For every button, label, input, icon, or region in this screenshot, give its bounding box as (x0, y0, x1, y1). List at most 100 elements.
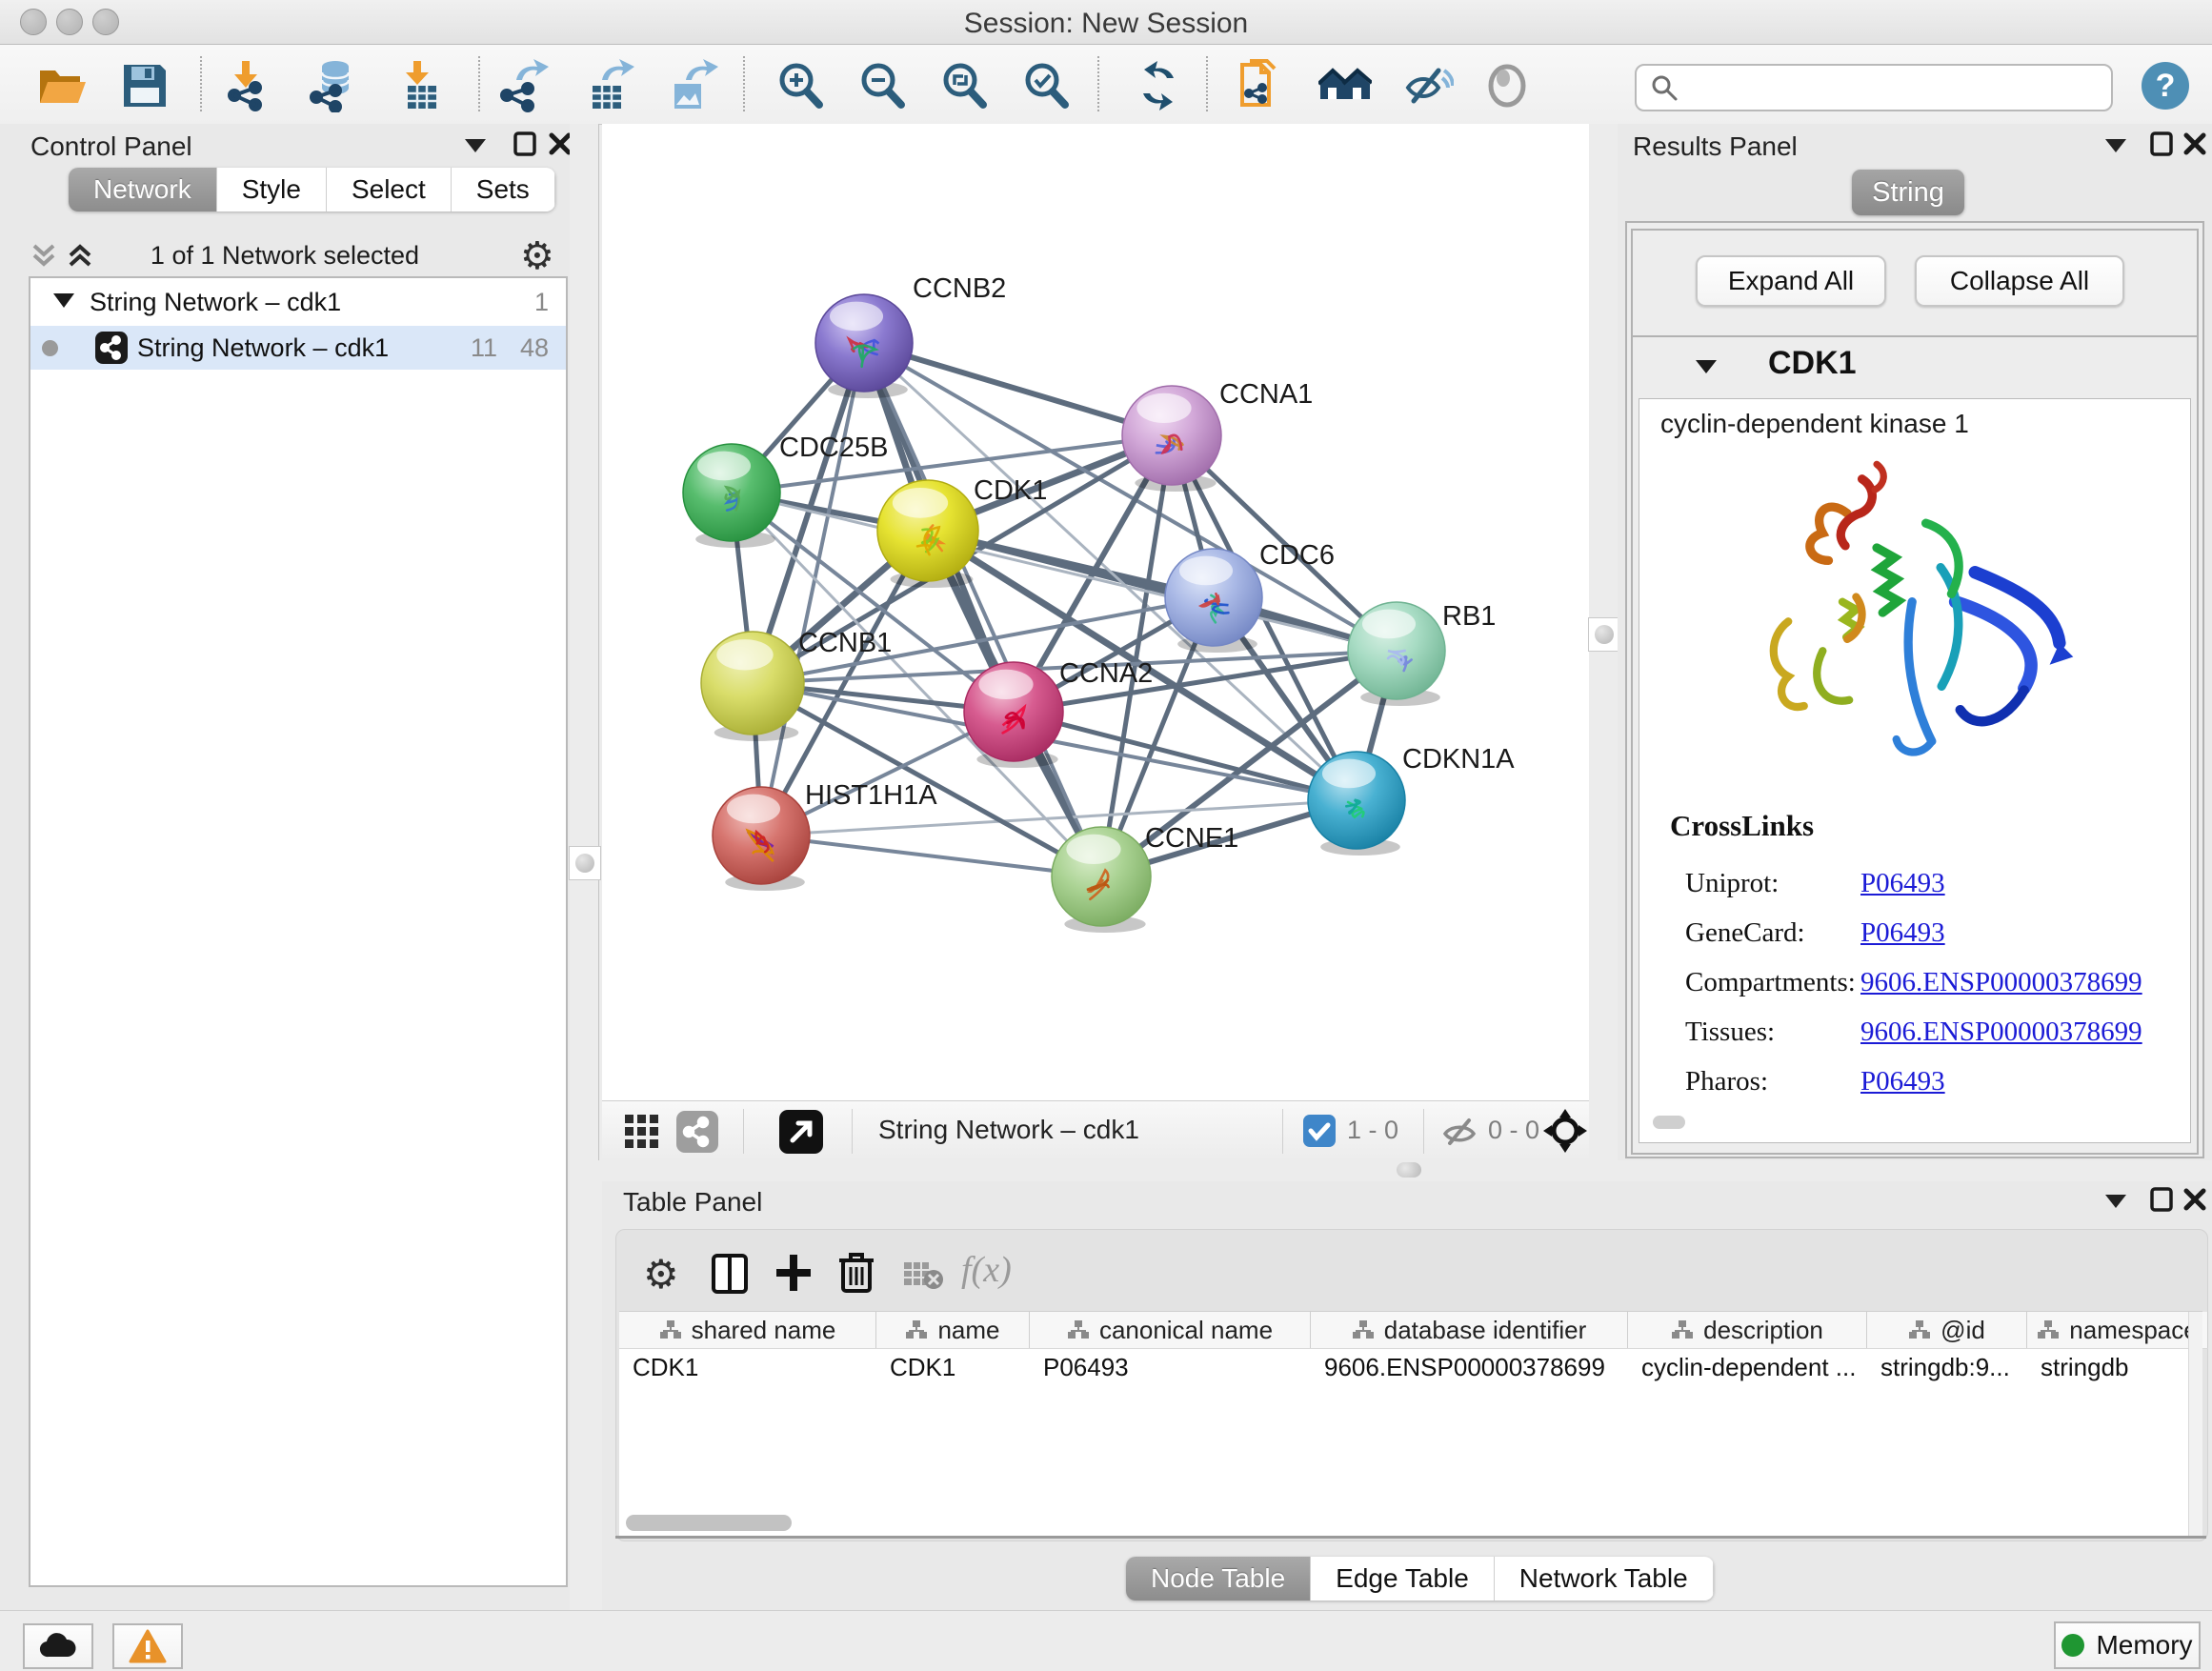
network-view-icon[interactable] (676, 1111, 718, 1153)
table-panel-close-icon[interactable] (2182, 1186, 2208, 1213)
left-splitter[interactable] (570, 124, 599, 1160)
export-network-icon[interactable] (497, 59, 551, 112)
node-RB1[interactable] (1348, 602, 1445, 706)
tab-node-table[interactable]: Node Table (1126, 1557, 1311, 1601)
edge-CCNE1-HIST1H1A[interactable] (761, 836, 1101, 876)
table-cell[interactable]: 9606.ENSP00000378699 (1311, 1348, 1628, 1386)
search-input[interactable] (1635, 64, 2113, 111)
results-scrollbar-thumb[interactable] (1653, 1116, 1685, 1129)
horizontal-splitter-handle[interactable] (1397, 1162, 1421, 1178)
crosslink-link[interactable]: 9606.ENSP00000378699 (1860, 1017, 2142, 1048)
column-header-namespace[interactable]: namespace (2027, 1312, 2208, 1348)
import-table-file-icon[interactable] (394, 59, 448, 112)
crosslink-link[interactable]: 9606.ENSP00000378699 (1860, 967, 2142, 998)
control-panel-menu-icon[interactable] (465, 139, 486, 152)
delete-column-trash-icon[interactable] (837, 1251, 875, 1295)
cloud-button[interactable] (23, 1623, 93, 1669)
edge-CCNB2-HIST1H1A[interactable] (761, 343, 864, 836)
column-header-description[interactable]: description (1628, 1312, 1867, 1348)
show-columns-icon[interactable] (710, 1253, 750, 1295)
node-CCNA1[interactable] (1122, 386, 1221, 492)
node-CCNE1[interactable] (1052, 827, 1151, 933)
zoom-selected-icon[interactable] (1019, 59, 1073, 112)
network-collection-row[interactable]: String Network – cdk1 1 (30, 282, 566, 326)
clone-network-icon[interactable] (1235, 59, 1288, 112)
node-CCNA2[interactable] (964, 662, 1063, 768)
birdseye-toggle-icon[interactable] (1543, 1109, 1587, 1153)
right-splitter-handle[interactable] (1588, 617, 1620, 652)
table-panel-menu-icon[interactable] (2105, 1195, 2126, 1208)
results-tab-string[interactable]: String (1852, 170, 1964, 215)
table-cell[interactable]: CDK1 (876, 1348, 1030, 1386)
column-header-shared-name[interactable]: shared name (619, 1312, 876, 1348)
node-CCNB1[interactable] (701, 632, 804, 741)
horizontal-splitter[interactable] (602, 1160, 2212, 1181)
zoom-out-icon[interactable] (855, 59, 909, 112)
crosslink-link[interactable]: P06493 (1860, 917, 1945, 949)
crosslink-link[interactable]: P06493 (1860, 1066, 1945, 1097)
collapse-all-button[interactable]: Collapse All (1915, 255, 2124, 307)
open-session-icon[interactable] (36, 59, 90, 112)
protein-section-collapse-icon[interactable] (1696, 360, 1717, 373)
import-network-database-icon[interactable] (307, 59, 360, 112)
table-cell[interactable]: P06493 (1030, 1348, 1311, 1386)
refresh-icon[interactable] (1132, 59, 1185, 112)
right-splitter[interactable] (1589, 124, 1619, 1160)
table-panel-float-icon[interactable] (2147, 1185, 2176, 1214)
network-row[interactable]: String Network – cdk1 11 48 (30, 326, 566, 370)
save-session-icon[interactable] (118, 59, 171, 112)
tab-select[interactable]: Select (327, 168, 452, 211)
import-network-file-icon[interactable] (223, 59, 276, 112)
export-table-icon[interactable] (583, 59, 636, 112)
eye-icon[interactable] (1480, 59, 1534, 112)
memory-button[interactable]: Memory (2054, 1621, 2201, 1669)
table-cell[interactable]: cyclin-dependent ... (1628, 1348, 1867, 1386)
tab-network-table[interactable]: Network Table (1495, 1557, 1714, 1601)
results-panel-float-icon[interactable] (2147, 130, 2176, 158)
table-cell[interactable]: stringdb:9... (1867, 1348, 2027, 1386)
results-panel-menu-icon[interactable] (2105, 139, 2126, 152)
tab-style[interactable]: Style (217, 168, 327, 211)
node-CDC25B[interactable] (683, 444, 780, 548)
column-header-name[interactable]: name (876, 1312, 1030, 1348)
table-cell[interactable]: stringdb (2027, 1348, 2208, 1386)
string-network-graph[interactable]: CCNB2CCNA1CDC25BCDK1CDC6RB1CCNB1CCNA2CDK… (602, 124, 1589, 1100)
collection-expand-icon[interactable] (53, 293, 74, 308)
zoom-in-icon[interactable] (774, 59, 827, 112)
control-panel-float-icon[interactable] (511, 130, 539, 158)
network-canvas[interactable]: CCNB2CCNA1CDC25BCDK1CDC6RB1CCNB1CCNA2CDK… (602, 124, 1589, 1100)
table-hscrollbar-thumb[interactable] (626, 1515, 792, 1531)
warnings-button[interactable] (112, 1623, 183, 1669)
results-panel-close-icon[interactable] (2182, 131, 2208, 157)
detach-view-icon[interactable] (779, 1110, 823, 1154)
node-CDK1[interactable] (877, 480, 978, 588)
node-table[interactable]: shared namenamecanonical namedatabase id… (619, 1311, 2202, 1537)
tab-sets[interactable]: Sets (452, 168, 555, 211)
table-row[interactable]: CDK1CDK1P064939606.ENSP00000378699cyclin… (619, 1348, 2208, 1386)
help-icon[interactable]: ? (2140, 60, 2191, 111)
tab-edge-table[interactable]: Edge Table (1311, 1557, 1495, 1601)
hide-unhide-icon[interactable] (1400, 59, 1454, 112)
column-header--id[interactable]: @id (1867, 1312, 2027, 1348)
selected-checkbox-icon[interactable] (1303, 1115, 1336, 1147)
node-HIST1H1A[interactable] (713, 787, 810, 891)
crosslink-link[interactable]: P06493 (1860, 868, 1945, 899)
tab-network[interactable]: Network (69, 168, 217, 211)
export-image-icon[interactable] (665, 59, 718, 112)
expand-all-button[interactable]: Expand All (1696, 255, 1886, 307)
table-settings-gear-icon[interactable]: ⚙ (643, 1251, 679, 1298)
grid-view-icon[interactable] (623, 1113, 661, 1151)
left-splitter-handle[interactable] (569, 846, 601, 880)
column-header-canonical-name[interactable]: canonical name (1030, 1312, 1311, 1348)
network-options-gear-icon[interactable]: ⚙ (520, 234, 554, 278)
column-header-database-identifier[interactable]: database identifier (1311, 1312, 1628, 1348)
table-cell[interactable]: CDK1 (619, 1348, 876, 1386)
function-builder-icon[interactable]: f(x) (961, 1249, 1012, 1291)
add-column-icon[interactable] (773, 1251, 814, 1295)
show-all-views-icon[interactable] (1318, 59, 1372, 112)
table-vscrollbar[interactable] (2188, 1312, 2202, 1537)
node-CDKN1A[interactable] (1308, 752, 1405, 856)
hidden-eye-slash-icon[interactable] (1440, 1113, 1478, 1151)
delete-table-icon[interactable] (902, 1258, 944, 1291)
zoom-fit-icon[interactable] (937, 59, 991, 112)
